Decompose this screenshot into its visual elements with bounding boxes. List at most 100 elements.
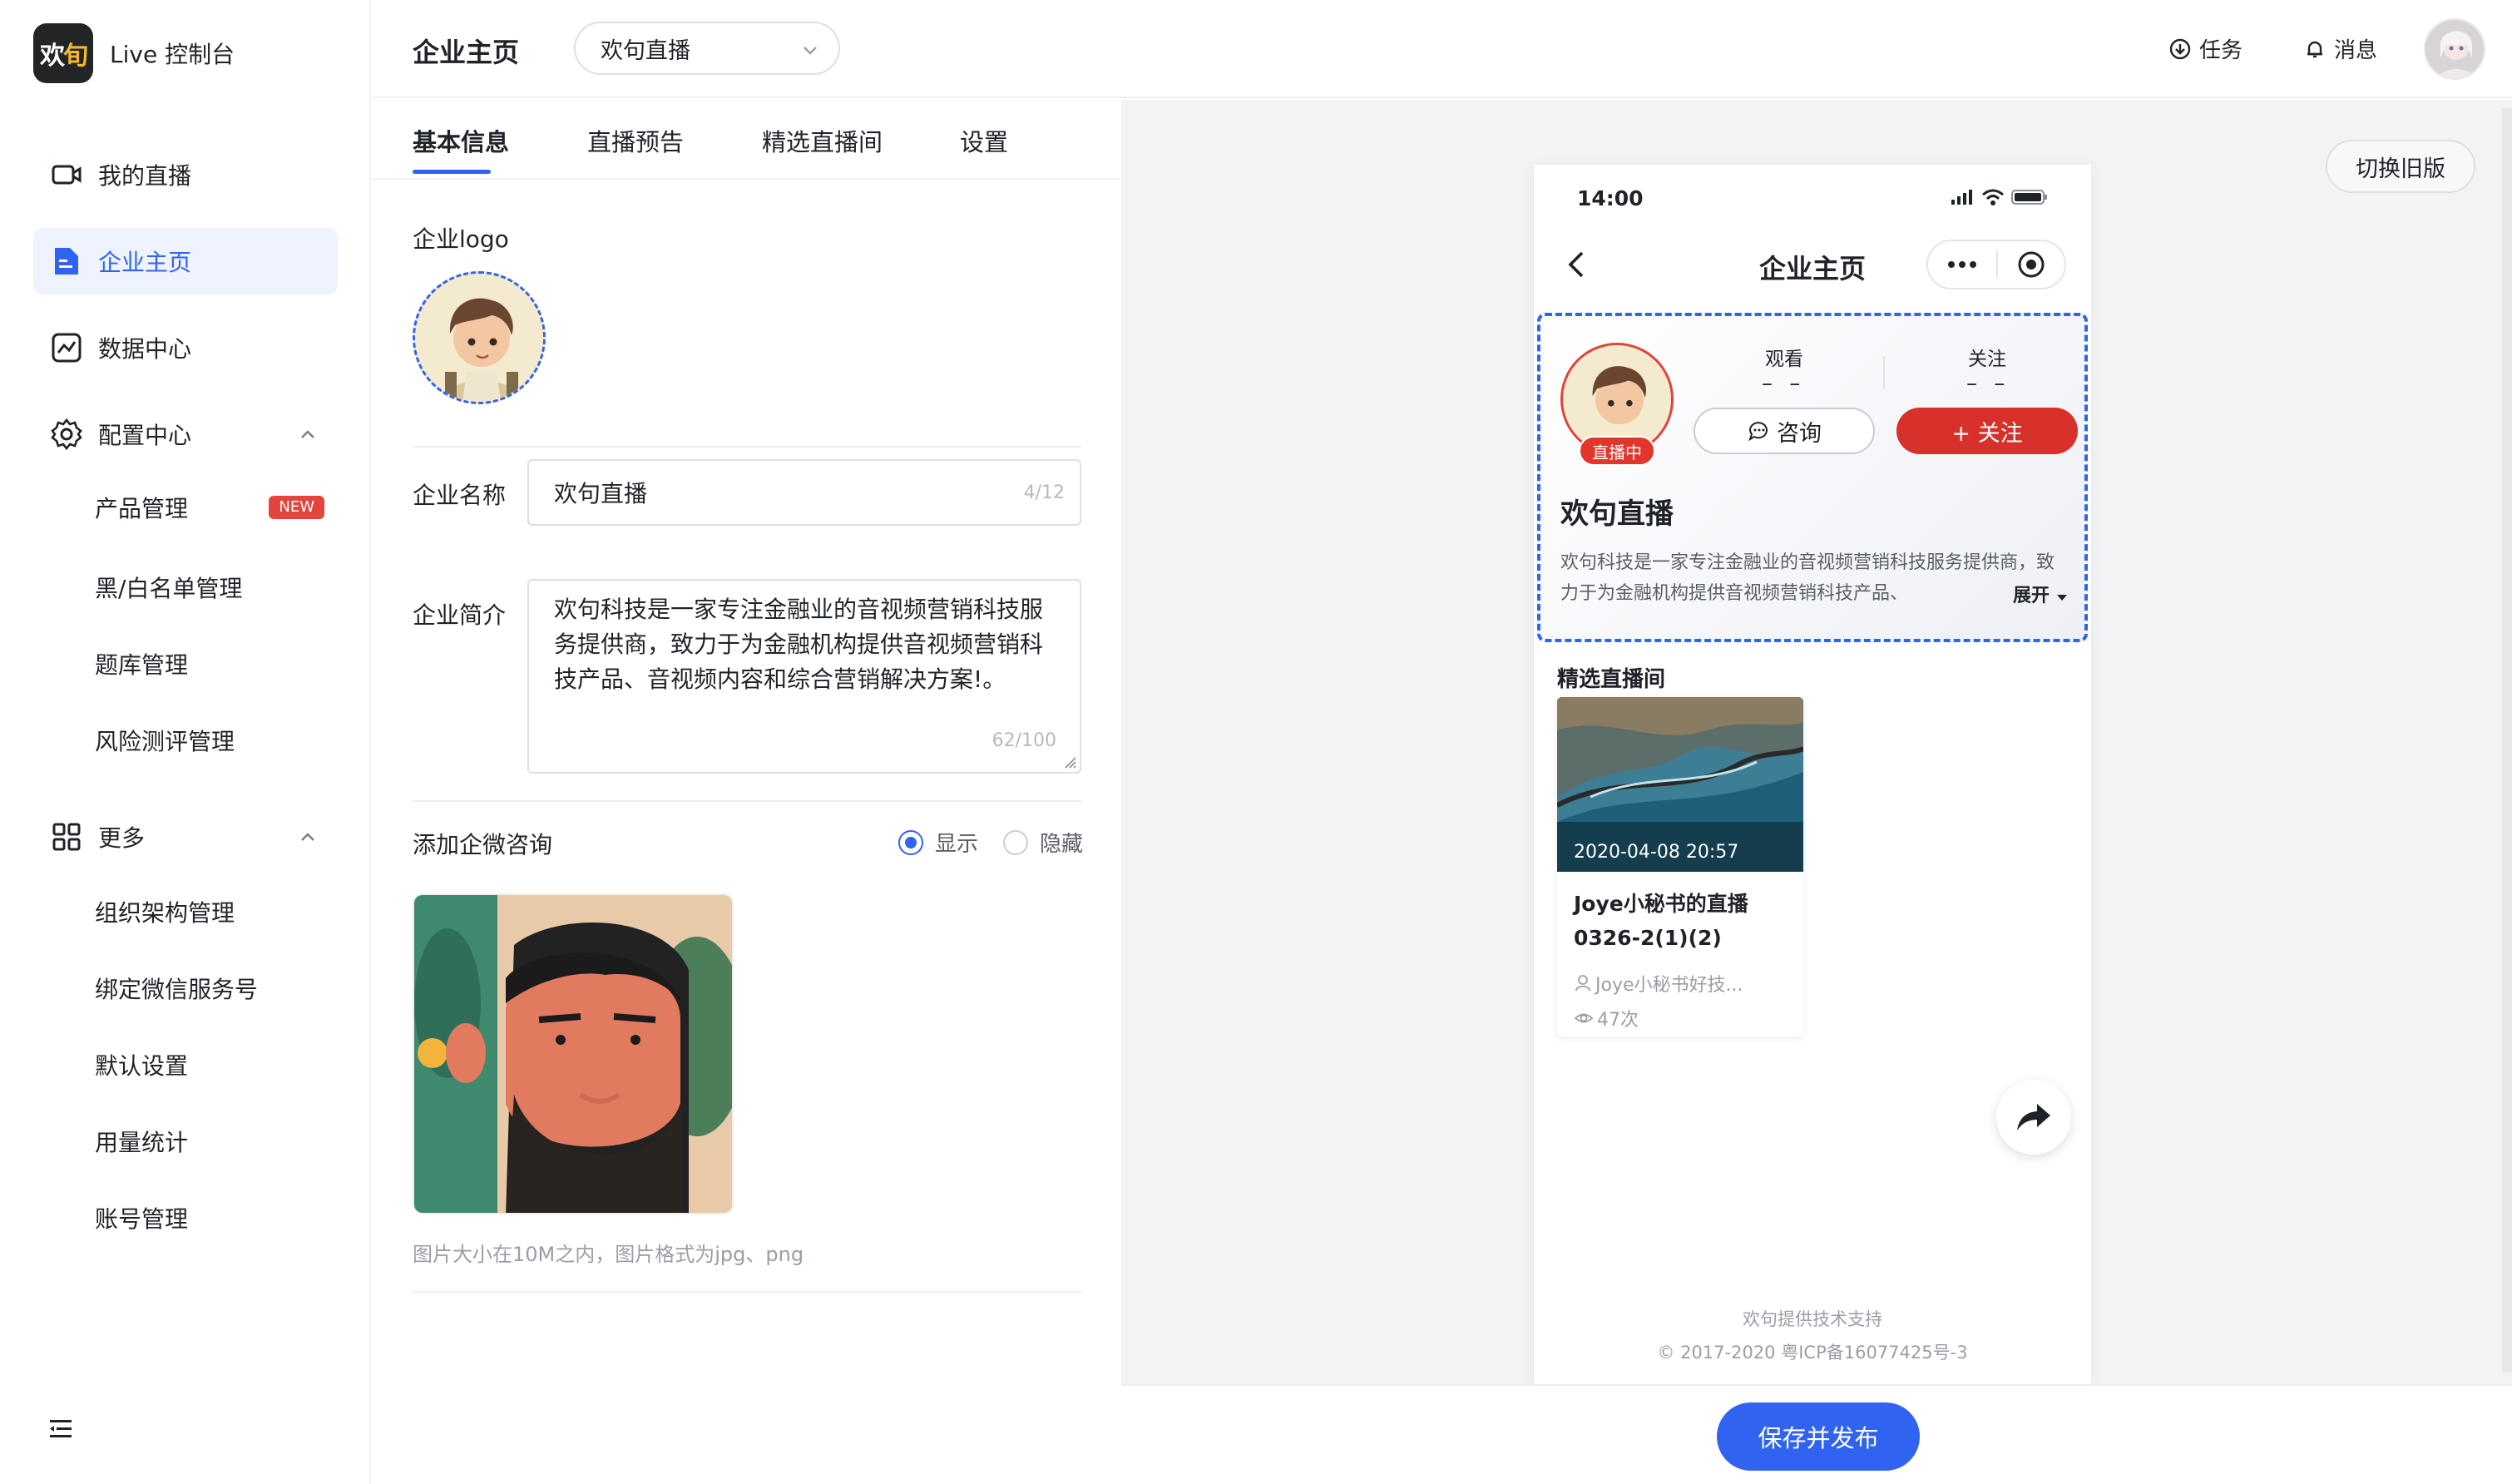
- message-button[interactable]: 消息: [2302, 33, 2377, 64]
- consult-button[interactable]: 咨询: [1694, 408, 1875, 454]
- bell-icon: [2307, 41, 2322, 57]
- watch-label: 观看: [1765, 349, 1803, 370]
- live-cover-image: 2020-04-08 20:57: [1557, 697, 1803, 872]
- company-name: 欢句直播: [1560, 497, 1674, 531]
- sidebar-sub-question-bank[interactable]: 题库管理: [95, 639, 338, 689]
- more-dots-icon: [1948, 261, 1976, 268]
- live-views: 47次: [1574, 1005, 1639, 1031]
- sidebar-item-data-center[interactable]: 数据中心: [33, 314, 338, 381]
- sidebar-sub-label: 账号管理: [95, 1205, 189, 1233]
- app-root: 欢旬 Live 控制台 我的直播 企业主页 数据中心 配置中心 产品管理 NEW…: [0, 0, 2512, 1484]
- chevron-up-icon[interactable]: [294, 824, 321, 850]
- sidebar-sub-label: 组织架构管理: [95, 899, 235, 927]
- sidebar-sub-risk[interactable]: 风险测评管理: [95, 715, 338, 765]
- follow-button[interactable]: + 关注: [1896, 408, 2078, 454]
- task-label: 任务: [2199, 38, 2243, 63]
- radio-hide-label: 隐藏: [1040, 832, 1084, 857]
- sidebar-item-more[interactable]: 更多: [33, 804, 338, 870]
- sidebar-item-label: 数据中心: [98, 335, 192, 363]
- signal-icon: [1951, 190, 1972, 205]
- brand[interactable]: 欢旬 Live 控制台: [33, 23, 235, 83]
- featured-section-title: 精选直播间: [1557, 667, 1666, 692]
- icp-text: © 2017-2020 粤ICP备16077425号-3: [1657, 1343, 1968, 1363]
- sidebar-sub-label: 用量统计: [95, 1129, 189, 1156]
- expand-button[interactable]: 展开: [2013, 581, 2068, 607]
- sidebar-item-label: 我的直播: [98, 162, 192, 190]
- radio-show[interactable]: 显示: [898, 827, 978, 858]
- sidebar-item-config-center[interactable]: 配置中心: [33, 401, 338, 467]
- tab-live-preview[interactable]: 直播预告: [587, 123, 684, 158]
- sidebar-sub-blacklist[interactable]: 黑/白名单管理: [95, 562, 338, 612]
- sidebar-sub-label: 黑/白名单管理: [95, 575, 243, 602]
- profile-card[interactable]: 直播中 观看 – – 关注 – – 咨询 + 关注 欢句直播 欢句科技是一家专注…: [1537, 313, 2088, 642]
- download-icon: [2169, 38, 2191, 59]
- tabs-divider: [373, 178, 1120, 180]
- intro-label: 企业简介: [413, 601, 507, 629]
- logo-upload[interactable]: [413, 271, 546, 404]
- sidebar-sub-label: 题库管理: [95, 651, 189, 679]
- live-title: Joye小秘书的直播0326-2(1)(2): [1574, 892, 1748, 950]
- company-select-value: 欢句直播: [601, 37, 690, 64]
- sidebar-sub-wechat[interactable]: 绑定微信服务号: [95, 963, 338, 1013]
- name-label: 企业名称: [413, 482, 507, 509]
- chevron-down-icon: [804, 47, 817, 55]
- wecom-image[interactable]: [413, 893, 734, 1214]
- company-intro-value: 欢句科技是一家专注金融业的音视频营销科技服务提供商，致力于为金融机构提供音视频营…: [554, 596, 1044, 693]
- tab-active-indicator: [413, 170, 491, 174]
- live-author-name: Joye小秘书好技...: [1595, 975, 1743, 996]
- switch-old-version-button[interactable]: 切换旧版: [2326, 140, 2475, 193]
- company-select[interactable]: 欢句直播: [574, 22, 840, 75]
- bottom-action-bar: 保存并发布: [1121, 1384, 2512, 1484]
- sidebar-sub-usage[interactable]: 用量统计: [95, 1116, 338, 1166]
- company-intro: 欢句科技是一家专注金融业的音视频营销科技服务提供商，致力于为金融机构提供音视频营…: [1560, 552, 2055, 604]
- sidebar-sub-account[interactable]: 账号管理: [95, 1193, 338, 1243]
- doc-icon: [50, 245, 83, 278]
- top-header: 企业主页 欢句直播 任务 消息: [373, 0, 2512, 98]
- share-icon: [2017, 1104, 2050, 1130]
- tab-basic-info[interactable]: 基本信息: [413, 123, 509, 158]
- logo-label: 企业logo: [413, 225, 509, 253]
- chart-icon: [50, 331, 83, 364]
- watch-value: – –: [1762, 371, 1806, 396]
- upload-hint: 图片大小在10M之内，图片格式为jpg、png: [413, 1243, 804, 1266]
- share-button[interactable]: [1996, 1080, 2071, 1155]
- wecom-illustration: [414, 895, 732, 1213]
- company-name-input[interactable]: 欢句直播 4/12: [527, 459, 1081, 526]
- collapse-menu-icon[interactable]: [47, 1414, 77, 1444]
- battery-icon: [2011, 190, 2047, 205]
- save-publish-button[interactable]: 保存并发布: [1717, 1402, 1920, 1471]
- name-counter: 4/12: [1023, 482, 1065, 503]
- sidebar: 欢旬 Live 控制台 我的直播 企业主页 数据中心 配置中心 产品管理 NEW…: [0, 0, 371, 1484]
- radio-hide[interactable]: 隐藏: [1003, 827, 1083, 858]
- resize-handle-icon[interactable]: [1063, 755, 1076, 769]
- more-button[interactable]: [1928, 260, 1996, 269]
- logo-image: [415, 274, 543, 402]
- sidebar-item-company-home[interactable]: 企业主页: [33, 228, 338, 294]
- live-room-card[interactable]: 2020-04-08 20:57 Joye小秘书的直播0326-2(1)(2) …: [1557, 697, 1803, 1036]
- radio-dot: [1003, 829, 1028, 855]
- wifi-icon: [1982, 189, 2004, 205]
- brand-logo: 欢旬: [33, 23, 93, 83]
- tab-featured-rooms[interactable]: 精选直播间: [762, 123, 883, 158]
- status-time: 14:00: [1577, 186, 1644, 210]
- sidebar-sub-org[interactable]: 组织架构管理: [95, 887, 338, 937]
- gear-icon: [50, 418, 83, 451]
- sidebar-sub-product[interactable]: 产品管理 NEW: [95, 482, 338, 532]
- sidebar-sub-default[interactable]: 默认设置: [95, 1040, 338, 1090]
- live-author: Joye小秘书好技...: [1574, 970, 1743, 997]
- user-avatar[interactable]: [2424, 18, 2485, 80]
- new-badge: NEW: [269, 496, 324, 519]
- company-intro-textarea[interactable]: 欢句科技是一家专注金融业的音视频营销科技服务提供商，致力于为金融机构提供音视频营…: [527, 579, 1081, 774]
- task-button[interactable]: 任务: [2168, 33, 2243, 64]
- radio-show-label: 显示: [935, 832, 979, 857]
- tech-support-text: 欢句提供技术支持: [1743, 1309, 1882, 1329]
- consult-label: 咨询: [1777, 420, 1822, 447]
- scrollbar[interactable]: [2502, 108, 2512, 1373]
- close-mini-program-button[interactable]: [1998, 250, 2064, 279]
- form-panel: 基本信息 直播预告 精选直播间 设置 企业logo 企业名称 欢句直播 4/12: [373, 100, 1120, 1484]
- eye-icon: [1574, 1013, 1594, 1023]
- chevron-up-icon[interactable]: [294, 421, 321, 448]
- sidebar-item-my-live[interactable]: 我的直播: [33, 141, 338, 208]
- stat-separator: [1883, 356, 1885, 389]
- tab-settings[interactable]: 设置: [960, 123, 1008, 158]
